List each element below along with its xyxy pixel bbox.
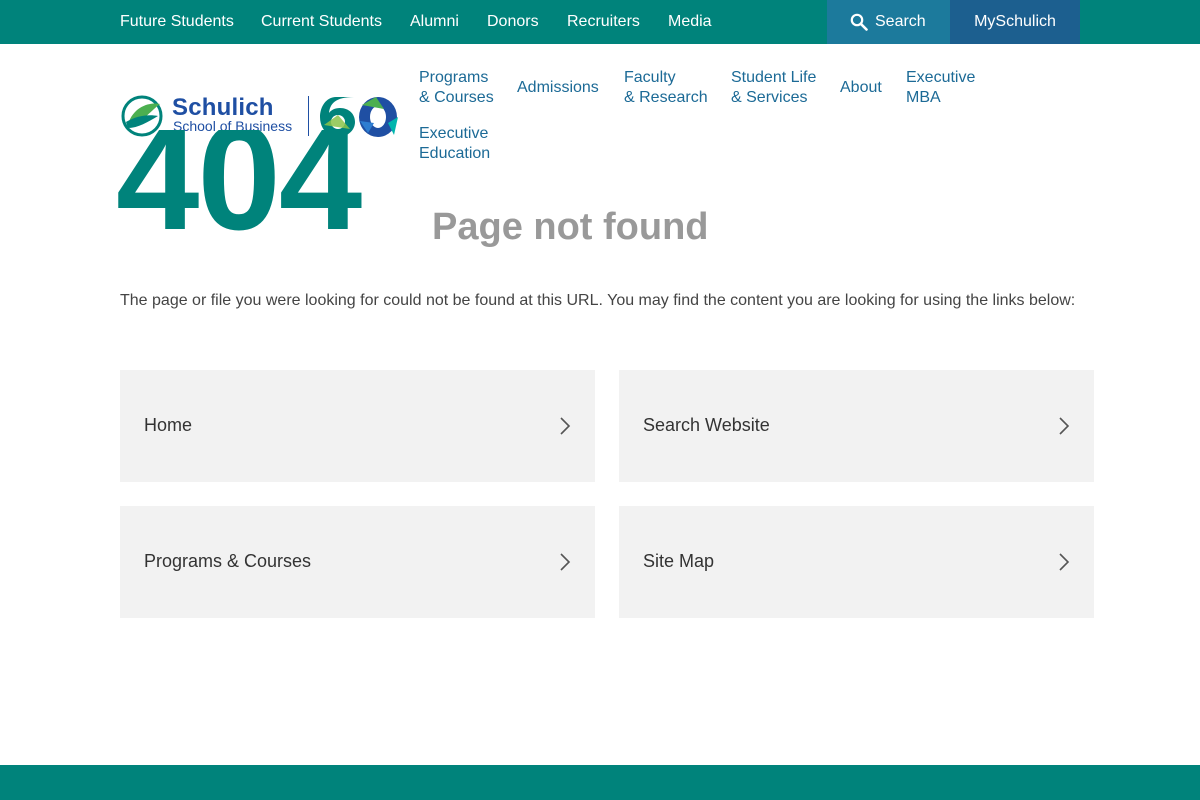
nav-exec-ed-line1: Executive bbox=[419, 125, 489, 142]
nav-emba-line2: MBA bbox=[906, 89, 941, 106]
utility-bar: Future Students Current Students Alumni … bbox=[0, 0, 1200, 44]
card-search-label: Search Website bbox=[643, 415, 770, 435]
chevron-right-icon bbox=[1059, 417, 1070, 435]
chevron-right-icon bbox=[560, 417, 571, 435]
card-home[interactable]: Home bbox=[120, 370, 595, 482]
nav-student-life-line2: & Services bbox=[731, 89, 808, 106]
nav-admissions[interactable]: Admissions bbox=[517, 78, 599, 98]
util-link-alumni[interactable]: Alumni bbox=[410, 0, 459, 44]
card-programs-courses[interactable]: Programs & Courses bbox=[120, 506, 595, 618]
nav-student-life-line1: Student Life bbox=[731, 69, 817, 86]
nav-faculty-research[interactable]: Faculty & Research bbox=[624, 68, 708, 108]
nav-executive-mba[interactable]: Executive MBA bbox=[906, 68, 975, 108]
chevron-right-icon bbox=[560, 553, 571, 571]
util-link-media[interactable]: Media bbox=[668, 0, 712, 44]
error-code: 404 bbox=[116, 130, 406, 250]
util-link-donors[interactable]: Donors bbox=[487, 0, 539, 44]
util-link-future-students[interactable]: Future Students bbox=[120, 0, 234, 44]
nav-emba-line1: Executive bbox=[906, 69, 976, 86]
search-icon bbox=[850, 13, 868, 31]
nav-faculty-line2: & Research bbox=[624, 89, 708, 106]
error-code-text: 404 bbox=[116, 130, 362, 250]
card-programs-label: Programs & Courses bbox=[144, 551, 312, 571]
nav-programs-courses[interactable]: Programs & Courses bbox=[419, 68, 494, 108]
myschulich-button[interactable]: MySchulich bbox=[950, 0, 1080, 44]
card-search-website[interactable]: Search Website bbox=[619, 370, 1094, 482]
util-link-recruiters[interactable]: Recruiters bbox=[567, 0, 640, 44]
card-sitemap-label: Site Map bbox=[643, 551, 715, 571]
card-site-map[interactable]: Site Map bbox=[619, 506, 1094, 618]
nav-programs-line2: & Courses bbox=[419, 89, 494, 106]
nav-exec-ed-line2: Education bbox=[419, 145, 491, 162]
search-button[interactable]: Search bbox=[827, 0, 950, 44]
error-message: The page or file you were looking for co… bbox=[120, 292, 1076, 309]
util-link-current-students[interactable]: Current Students bbox=[261, 0, 382, 44]
card-home-label: Home bbox=[144, 415, 193, 435]
search-button-label: Search bbox=[875, 13, 926, 30]
nav-executive-education[interactable]: Executive Education bbox=[419, 124, 490, 164]
nav-student-life[interactable]: Student Life & Services bbox=[731, 68, 816, 108]
footer-bar bbox=[0, 765, 1200, 800]
nav-about[interactable]: About bbox=[840, 78, 882, 98]
chevron-right-icon bbox=[1059, 553, 1070, 571]
nav-faculty-line1: Faculty bbox=[624, 69, 676, 86]
page-title: Page not found bbox=[432, 206, 709, 248]
nav-programs-line1: Programs bbox=[419, 69, 489, 86]
